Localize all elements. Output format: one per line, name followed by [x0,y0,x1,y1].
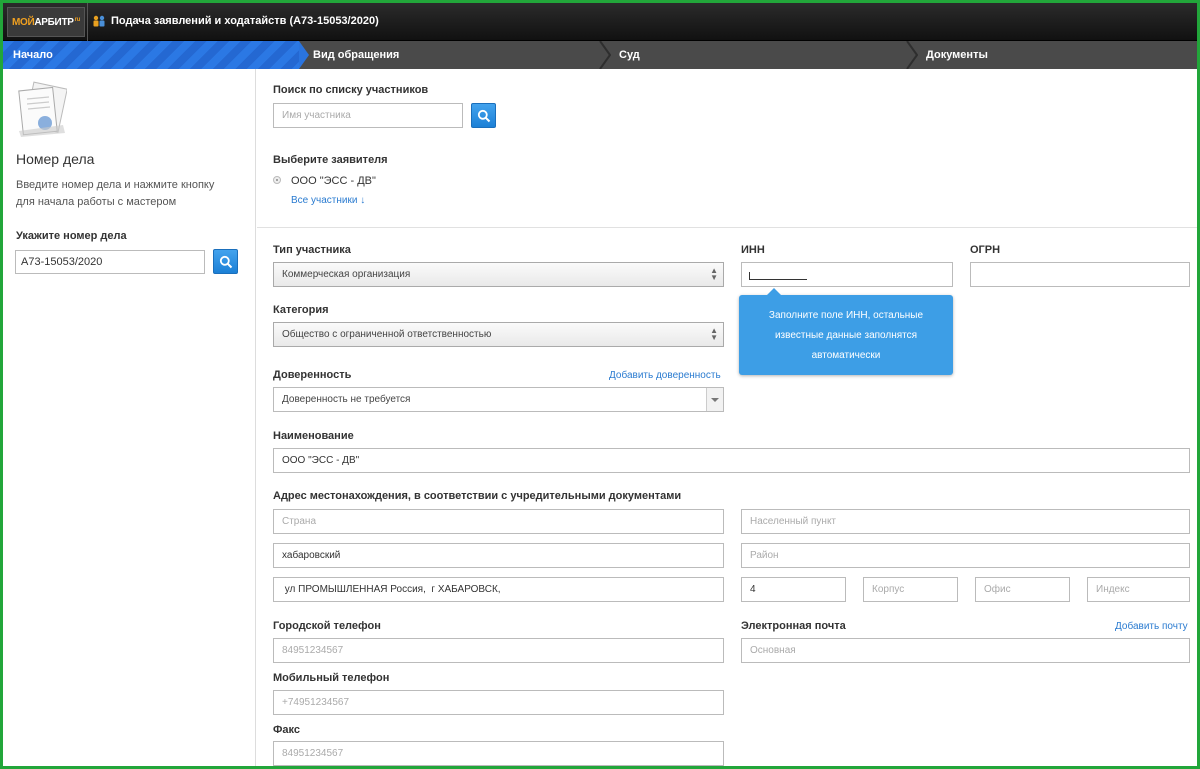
choose-applicant-label: Выберите заявителя [273,154,388,166]
participant-search-input[interactable] [273,103,463,128]
people-icon [93,15,105,27]
ogrn-input[interactable] [970,262,1190,287]
step-court-label: Суд [619,49,640,61]
office-input[interactable] [975,577,1070,602]
step-documents-label: Документы [926,49,988,61]
org-name-input[interactable] [273,448,1190,473]
mobile-input[interactable] [273,690,724,715]
house-input[interactable] [741,577,846,602]
top-bar: МОЙ АРБИТР ru Подача заявлений и ходатайст… [3,3,1197,41]
step-request-type-label: Вид обращения [313,49,400,61]
case-number-label: Укажите номер дела [16,230,127,242]
category-select[interactable]: Общество с ограниченной ответственностью… [273,322,724,347]
step-documents[interactable]: Документы [916,41,988,69]
category-label: Категория [273,304,329,316]
step-court[interactable]: Суд [609,41,640,69]
sidebar-description: Введите номер дела и нажмите кнопку для … [16,179,215,208]
logo-text-moi: МОЙ [11,16,35,28]
all-participants-link[interactable]: Все участники ↓ [291,195,365,206]
inn-label: ИНН [741,244,765,256]
inn-hint-tooltip: Заполните поле ИНН, остальные известные … [739,288,953,375]
page-title: Подача заявлений и ходатайств (А73-15053… [111,15,379,27]
logo-text-arbitr: АРБИТР [34,16,74,28]
add-proxy-link[interactable]: Добавить доверенность [609,370,721,381]
country-input[interactable] [273,509,724,534]
select-arrows-icon: ▲ ▼ [710,326,718,342]
search-icon [477,109,490,122]
fax-input[interactable] [273,741,724,766]
sidebar: Номер дела Введите номер дела и нажмите … [3,69,256,766]
mobile-label: Мобильный телефон [273,672,390,684]
proxy-value: Доверенность не требуется [282,394,411,405]
step-request-type[interactable]: Вид обращения [303,41,399,69]
select-arrows-icon: ▲ ▼ [710,266,718,282]
app-logo[interactable]: МОЙ АРБИТР ru [7,7,85,37]
header-separator [87,3,88,41]
search-icon [219,255,232,268]
participant-type-label: Тип участника [273,244,351,256]
document-stamp-icon [18,81,67,137]
participant-search-button[interactable] [471,103,496,128]
address-label: Адрес местонахождения, в соответствии с … [273,490,682,502]
category-value: Общество с ограниченной ответственностью [282,329,492,340]
chevron-down-icon [706,388,723,411]
wizard-steps: Начало Вид обращения Суд Документы [3,41,1197,69]
district-input[interactable] [741,543,1190,568]
proxy-label: Доверенность [273,369,352,381]
fax-label: Факс [273,724,300,736]
sidebar-title: Номер дела [16,151,95,167]
text-cursor [749,272,807,280]
participant-type-value: Коммерческая организация [282,269,411,280]
region-input[interactable] [273,543,724,568]
email-input[interactable] [741,638,1190,663]
postcode-input[interactable] [1087,577,1190,602]
add-email-link[interactable]: Добавить почту [1115,621,1188,632]
org-name-label: Наименование [273,430,354,442]
ogrn-label: ОГРН [970,244,1001,256]
step-start-label: Начало [13,49,53,61]
phone-input[interactable] [273,638,724,663]
street-input[interactable] [273,577,724,602]
inn-input[interactable] [741,262,953,287]
applicant-radio[interactable] [273,176,281,184]
section-divider [257,227,1197,228]
email-label: Электронная почта [741,620,846,632]
proxy-select[interactable]: Доверенность не требуется [273,387,724,412]
case-number-input[interactable] [15,250,205,274]
main-content: Поиск по списку участников Выберите заяв… [257,69,1197,766]
logo-text-ru: ru [74,16,81,23]
step-start[interactable]: Начало [3,41,309,69]
participant-search-label: Поиск по списку участников [273,84,429,96]
participant-type-select[interactable]: Коммерческая организация ▲ ▼ [273,262,724,287]
applicant-name: ООО "ЭСС - ДВ" [291,175,376,187]
case-search-button[interactable] [213,249,238,274]
phone-label: Городской телефон [273,620,381,632]
locality-input[interactable] [741,509,1190,534]
building-input[interactable] [863,577,958,602]
